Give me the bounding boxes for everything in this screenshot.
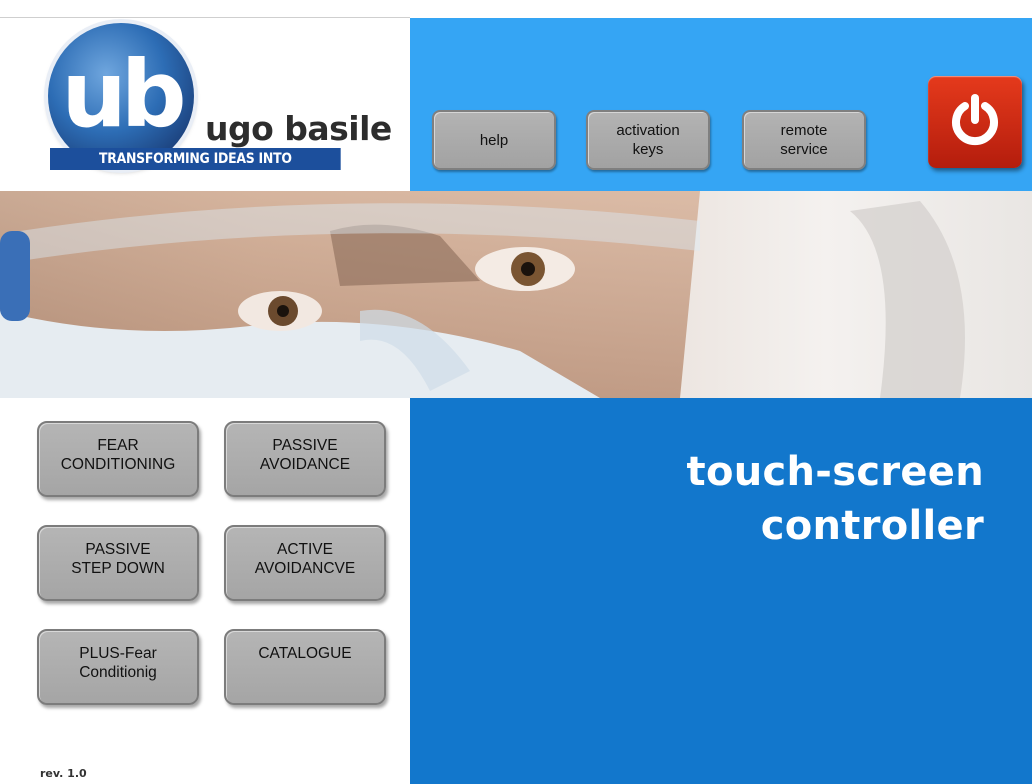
catalogue-button[interactable]: CATALOGUE	[224, 629, 386, 705]
headline-line-2: controller	[760, 503, 984, 549]
application-menu: FEAR CONDITIONING PASSIVE AVOIDANCE PASS…	[0, 398, 410, 784]
revision-label: rev. 1.0	[40, 767, 87, 780]
remote-service-button[interactable]: remote service	[742, 110, 866, 170]
logo-area: ub ugo basile TRANSFORMING IDEAS INTO IN…	[0, 18, 410, 191]
fear-conditioning-button[interactable]: FEAR CONDITIONING	[37, 421, 199, 497]
headline-line-1: touch-screen	[686, 449, 984, 495]
activation-keys-button[interactable]: activation keys	[586, 110, 710, 170]
passive-step-down-button[interactable]: PASSIVE STEP DOWN	[37, 525, 199, 601]
lab-scientist-banner-image	[0, 191, 1032, 398]
header-bar: help activation keys remote service	[410, 18, 1032, 191]
plus-fear-conditioning-button[interactable]: PLUS-Fear Conditionig	[37, 629, 199, 705]
banner-illustration	[0, 191, 1032, 398]
power-button[interactable]	[928, 76, 1022, 168]
power-icon	[952, 94, 998, 146]
active-avoidance-button[interactable]: ACTIVE AVOIDANCVE	[224, 525, 386, 601]
help-button[interactable]: help	[432, 110, 556, 170]
logo-brand-name: ugo basile	[205, 109, 392, 148]
product-headline: touch-screen controller	[687, 445, 984, 553]
passive-avoidance-button[interactable]: PASSIVE AVOIDANCE	[224, 421, 386, 497]
logo-monogram: ub	[61, 41, 186, 148]
logo-tagline: TRANSFORMING IDEAS INTO INSTRUMENTS	[50, 148, 341, 189]
